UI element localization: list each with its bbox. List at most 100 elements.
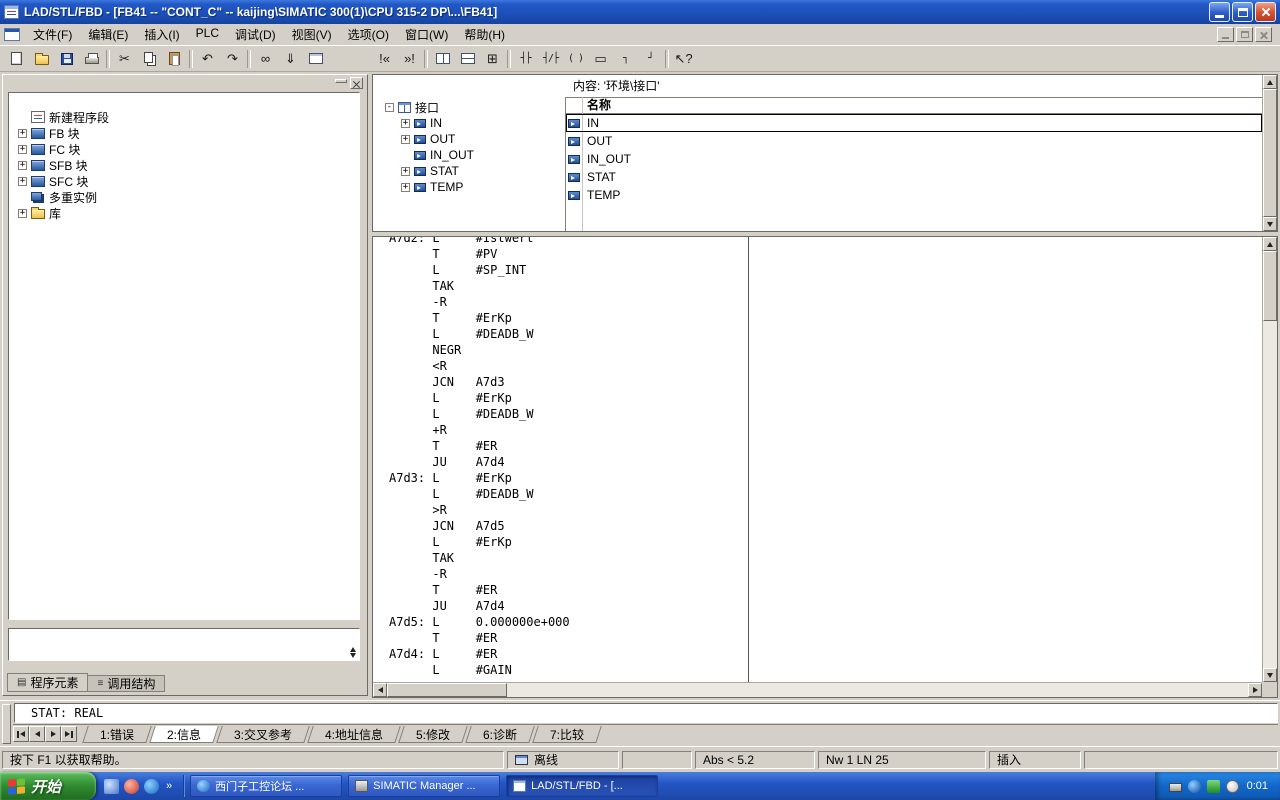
panel-close-button[interactable]: [350, 77, 363, 89]
output-tab-diagnostics[interactable]: 6:诊断: [465, 726, 535, 743]
code-line[interactable]: L #DEADB_W: [389, 406, 570, 422]
scroll-thumb[interactable]: [387, 683, 507, 697]
interface-tree-item[interactable]: + STAT: [373, 163, 565, 179]
code-line[interactable]: <R: [389, 358, 570, 374]
code-line[interactable]: JU A7d4: [389, 454, 570, 470]
menu-item[interactable]: 编辑(E): [80, 23, 136, 46]
output-tab-cross-reference[interactable]: 3:交叉参考: [216, 726, 310, 743]
expander-icon[interactable]: +: [401, 183, 410, 192]
code-line[interactable]: T #PV: [389, 246, 570, 262]
scroll-up-button[interactable]: [1263, 237, 1277, 251]
tray-network-icon[interactable]: [1188, 780, 1201, 793]
interface-row[interactable]: OUT: [566, 132, 1262, 150]
mdi-document-icon[interactable]: [4, 28, 20, 41]
expander-icon[interactable]: +: [401, 167, 410, 176]
open-branch-button[interactable]: ┐: [613, 47, 638, 70]
task-button-simatic-manager[interactable]: SIMATIC Manager ...: [348, 775, 500, 797]
output-tab-errors[interactable]: 1:错误: [82, 726, 152, 743]
code-line[interactable]: >R: [389, 502, 570, 518]
tab-call-structure[interactable]: ≡ 调用结构: [87, 675, 165, 692]
quick-launch-more[interactable]: »: [164, 780, 174, 792]
code-line[interactable]: T #ErKp: [389, 310, 570, 326]
copy-button[interactable]: [137, 47, 162, 70]
tree-item[interactable]: + FC 块: [9, 141, 359, 157]
mdi-close-button[interactable]: [1255, 27, 1272, 42]
expander-icon[interactable]: +: [18, 129, 27, 138]
interface-row[interactable]: STAT: [566, 168, 1262, 186]
quick-launch-icon-2[interactable]: [124, 779, 139, 794]
code-line[interactable]: TAK: [389, 278, 570, 294]
code-line[interactable]: A7d2: L #Istwert: [389, 237, 570, 246]
code-line[interactable]: -R: [389, 294, 570, 310]
tab-program-elements[interactable]: ▤ 程序元素: [7, 673, 88, 692]
task-button-forum[interactable]: 西门子工控论坛 ...: [190, 775, 342, 797]
paste-button[interactable]: [162, 47, 187, 70]
cut-button[interactable]: ✂: [112, 47, 137, 70]
scroll-thumb[interactable]: [1263, 89, 1277, 217]
code-line[interactable]: A7d5: L 0.000000e+000: [389, 614, 570, 630]
contact-nc-button[interactable]: ┤/├: [538, 47, 563, 70]
monitor-button[interactable]: ∞: [253, 47, 278, 70]
code-line[interactable]: -R: [389, 566, 570, 582]
expander-icon[interactable]: +: [401, 119, 410, 128]
expander-icon[interactable]: +: [18, 209, 27, 218]
tray-antivirus-icon[interactable]: [1207, 780, 1220, 793]
help-pointer-button[interactable]: ↖?: [671, 47, 696, 70]
menu-item[interactable]: 调试(D): [227, 23, 284, 46]
menu-item[interactable]: 文件(F): [25, 23, 80, 46]
code-line[interactable]: L #SP_INT: [389, 262, 570, 278]
code-line[interactable]: L #ErKp: [389, 390, 570, 406]
code-line[interactable]: A7d3: L #ErKp: [389, 470, 570, 486]
start-button[interactable]: 开始: [0, 772, 96, 800]
tree-item[interactable]: + SFC 块: [9, 173, 359, 189]
scroll-left-button[interactable]: [373, 683, 387, 697]
code-line[interactable]: NEGR: [389, 342, 570, 358]
interface-row[interactable]: IN: [566, 114, 1262, 132]
menu-item[interactable]: 窗口(W): [397, 23, 456, 46]
code-line[interactable]: L #DEADB_W: [389, 326, 570, 342]
split-window-button[interactable]: [430, 47, 455, 70]
scroll-right-button[interactable]: [1248, 683, 1262, 697]
open-button[interactable]: [29, 47, 54, 70]
panel-grip[interactable]: [335, 79, 347, 83]
minimize-button[interactable]: [1209, 2, 1230, 22]
tree-item[interactable]: + SFB 块: [9, 157, 359, 173]
maximize-button[interactable]: [1232, 2, 1253, 22]
quick-launch-ie-icon[interactable]: [144, 779, 159, 794]
redo-button[interactable]: ↷: [220, 47, 245, 70]
quick-launch-icon-1[interactable]: [104, 779, 119, 794]
download-button[interactable]: ⇓: [278, 47, 303, 70]
menu-item[interactable]: 插入(I): [136, 23, 187, 46]
previous-tab-button[interactable]: [29, 726, 45, 742]
output-panel-grip[interactable]: [2, 704, 11, 744]
interface-scrollbar[interactable]: [1262, 75, 1277, 231]
interface-root[interactable]: - 接口: [373, 99, 565, 115]
tree-item[interactable]: 多重实例: [9, 189, 359, 205]
expander-icon[interactable]: +: [18, 145, 27, 154]
scroll-thumb[interactable]: [1263, 251, 1277, 321]
new-document-button[interactable]: [4, 47, 29, 70]
overview-button[interactable]: ⊞: [480, 47, 505, 70]
interface-tree-item[interactable]: + OUT: [373, 131, 565, 147]
code-line[interactable]: JU A7d4: [389, 598, 570, 614]
code-vertical-scrollbar[interactable]: [1262, 237, 1277, 682]
scroll-down-button[interactable]: [1263, 668, 1277, 682]
tree-item[interactable]: + FB 块: [9, 125, 359, 141]
code-line[interactable]: +R: [389, 422, 570, 438]
output-message[interactable]: STAT: REAL: [14, 703, 1278, 723]
first-tab-button[interactable]: [13, 726, 29, 742]
task-button-lad-stl-fbd[interactable]: LAD/STL/FBD - [...: [506, 775, 658, 797]
interface-tree-item[interactable]: + IN: [373, 115, 565, 131]
tree-item[interactable]: 新建程序段: [9, 109, 359, 125]
close-button[interactable]: [1255, 2, 1276, 22]
expander-icon[interactable]: +: [401, 135, 410, 144]
code-line[interactable]: A7d4: L #ER: [389, 646, 570, 662]
interface-row[interactable]: TEMP: [566, 186, 1262, 204]
menu-item[interactable]: 选项(O): [340, 23, 397, 46]
code-line[interactable]: JCN A7d5: [389, 518, 570, 534]
output-tab-modify[interactable]: 5:修改: [398, 726, 468, 743]
tree-item[interactable]: + 库: [9, 205, 359, 221]
close-branch-button[interactable]: ┘: [638, 47, 663, 70]
code-line[interactable]: L #DEADB_W: [389, 486, 570, 502]
code-line[interactable]: T #ER: [389, 582, 570, 598]
